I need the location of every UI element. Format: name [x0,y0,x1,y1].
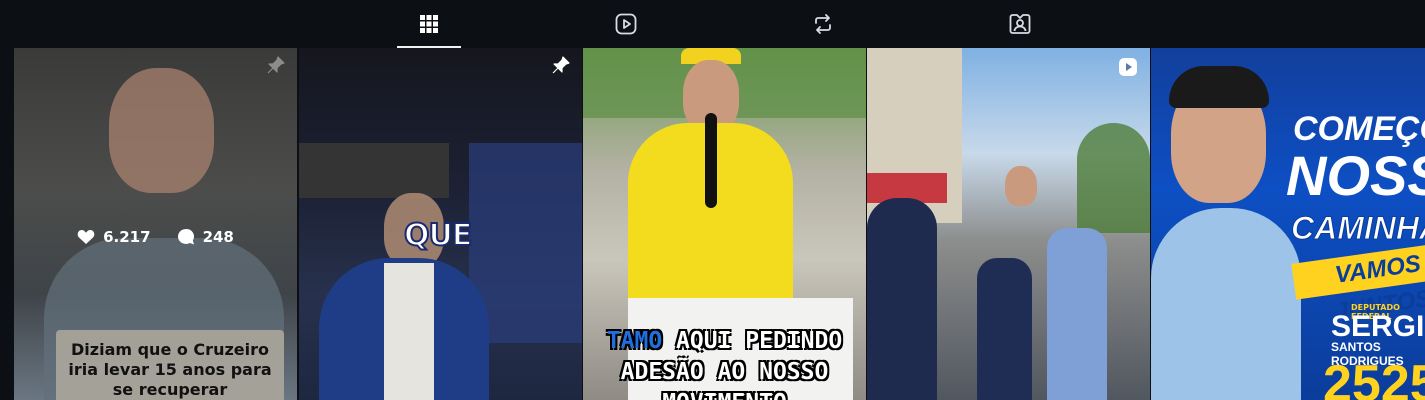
comments-count: 248 [202,228,234,246]
person-photo [109,68,214,193]
pin-icon [267,56,285,78]
post-caption: QUE [403,217,473,254]
heart-icon [77,230,95,244]
tab-posts[interactable] [397,0,461,48]
grid-icon [420,15,438,33]
person-blue-shirt [1047,228,1107,400]
tab-tagged[interactable] [988,0,1052,48]
tab-reels[interactable] [594,0,658,48]
poster-number: 2525 [1323,355,1425,400]
poster-name: SERGIO [1331,310,1425,343]
microphone [705,113,717,208]
hair-shape [1169,66,1269,108]
post-caption: Diziam que o Cruzeiro iria levar 15 anos… [56,330,284,400]
comment-icon [177,228,194,245]
poster-line-3: CAMINHADA [1290,210,1425,247]
post-tile-5[interactable]: COMEÇOU NOSSA CAMINHADA VAMOS JUNTOS DEP… [1151,48,1425,400]
caption-highlight: TAMO [606,328,663,354]
shutter [299,143,449,198]
shirt-shape [384,263,434,400]
profile-tabs [0,0,1425,48]
pin-icon [552,56,570,78]
post-tile-3[interactable]: TAMO AQUI PEDINDO ADESÃO AO NOSSO MOVIME… [583,48,866,400]
tab-reposts[interactable] [791,0,855,48]
shirt-shape [1151,208,1301,400]
person-photo [1005,166,1037,206]
likes-stat: 6.217 [77,228,151,246]
comments-stat: 248 [177,228,234,246]
reels-icon [615,13,637,35]
likes-count: 6.217 [103,228,151,246]
poster-banner: VAMOS JUNTOS [1291,240,1425,325]
repost-icon [815,14,831,34]
person-left [867,198,937,400]
post-tile-1[interactable]: 6.217 248 Diziam que o Cruzeiro iria lev… [14,48,297,400]
tree [1077,123,1150,233]
reel-icon [1118,57,1138,81]
post-caption: TAMO AQUI PEDINDO ADESÃO AO NOSSO MOVIME… [583,326,866,400]
poster-line-2: NOSSA [1286,144,1425,207]
tagged-icon [1009,14,1031,34]
post-tile-4[interactable] [867,48,1150,400]
post-stats: 6.217 248 [14,228,297,246]
posts-grid: 6.217 248 Diziam que o Cruzeiro iria lev… [14,48,1425,400]
person-uniform [977,258,1032,400]
post-tile-2[interactable]: QUE [299,48,582,400]
